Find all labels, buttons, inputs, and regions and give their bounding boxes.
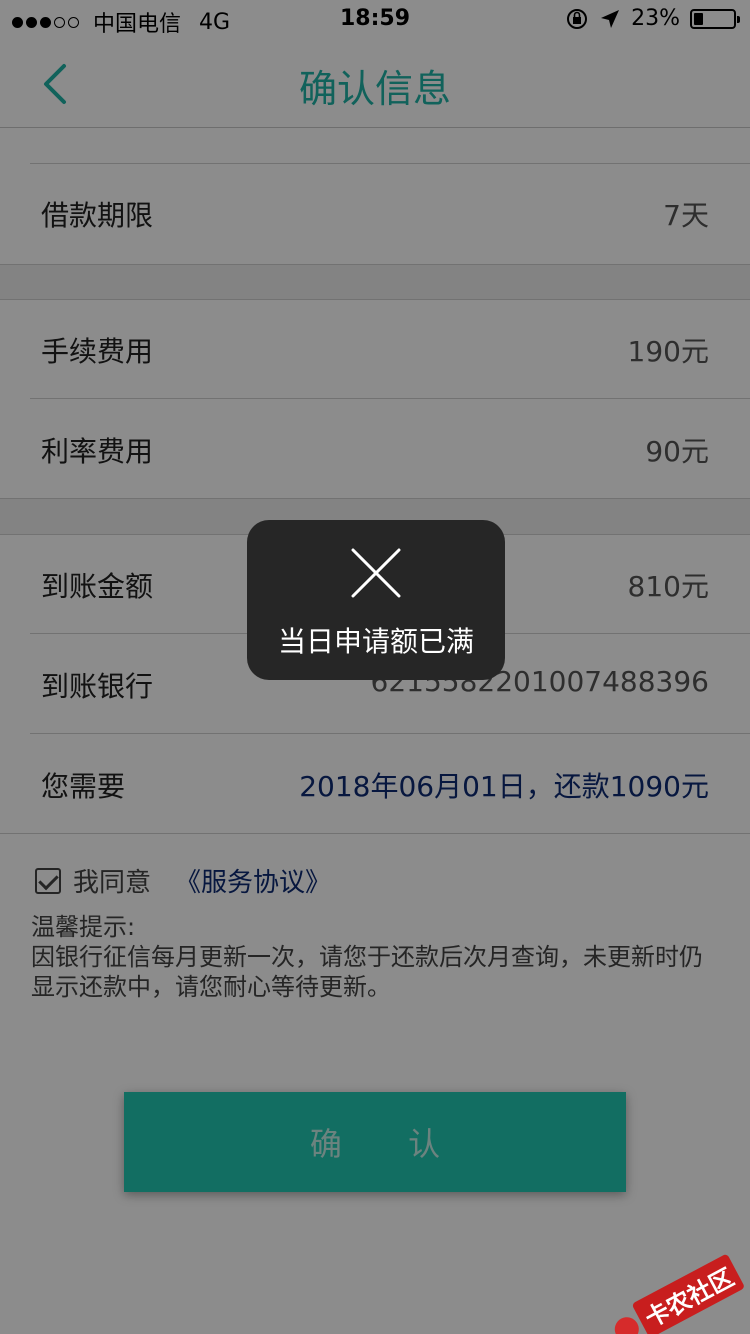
row-value: 810元 — [627, 570, 709, 603]
row-handling-fee: 手续费用 190元 — [0, 300, 750, 400]
row-label: 到账金额 — [41, 570, 154, 603]
section-gap — [0, 265, 750, 299]
battery-level — [694, 12, 703, 25]
status-bar: 中国电信 4G 18:59 23% — [0, 0, 750, 40]
battery-percent: 23% — [631, 6, 680, 31]
row-loan-term: 借款期限 7天 — [0, 164, 750, 264]
row-repayment: 您需要 2018年06月01日，还款1090元 — [0, 735, 750, 835]
row-label: 利率费用 — [41, 435, 154, 468]
battery-icon — [690, 8, 740, 29]
agreement-row: 我同意 《服务协议》 — [35, 862, 331, 899]
rotation-lock-icon — [567, 8, 588, 29]
screen: 中国电信 4G 18:59 23% 确认信息 借款期限 7天 手续费用 190元… — [0, 0, 750, 1334]
toast-message: 当日申请额已满 — [277, 625, 474, 658]
location-arrow-icon — [601, 9, 620, 28]
agreement-checkbox[interactable] — [35, 867, 61, 894]
divider — [30, 733, 750, 734]
service-agreement-link[interactable]: 《服务协议》 — [175, 862, 331, 899]
tips: 温馨提示: 因银行征信每月更新一次，请您于还款后次月查询，未更新时仍显示还款中，… — [31, 912, 721, 1002]
row-value: 190元 — [627, 335, 709, 368]
tips-title: 温馨提示: — [31, 913, 136, 941]
status-right: 23% — [565, 6, 740, 31]
tips-body: 因银行征信每月更新一次，请您于还款后次月查询，未更新时仍显示还款中，请您耐心等待… — [31, 943, 703, 1001]
confirm-button[interactable]: 确 认 — [124, 1092, 626, 1192]
row-label: 借款期限 — [41, 199, 154, 232]
nav-bar: 确认信息 — [0, 40, 750, 128]
page-title: 确认信息 — [298, 67, 451, 111]
row-interest-fee: 利率费用 90元 — [0, 400, 750, 500]
watermark-logo: 卡农社区 — [607, 1253, 746, 1334]
row-value: 2018年06月01日，还款1090元 — [299, 770, 709, 803]
row-value: 90元 — [645, 435, 709, 468]
divider — [0, 833, 750, 834]
agreement-label: 我同意 — [73, 868, 152, 898]
row-value: 7天 — [663, 199, 709, 232]
watermark-text: 卡农社区 — [631, 1253, 746, 1334]
row-label: 您需要 — [41, 770, 126, 803]
error-toast: 当日申请额已满 — [247, 520, 505, 680]
row-label: 手续费用 — [41, 335, 154, 368]
divider — [30, 398, 750, 399]
close-x-icon — [351, 548, 401, 598]
row-label: 到账银行 — [41, 670, 154, 703]
